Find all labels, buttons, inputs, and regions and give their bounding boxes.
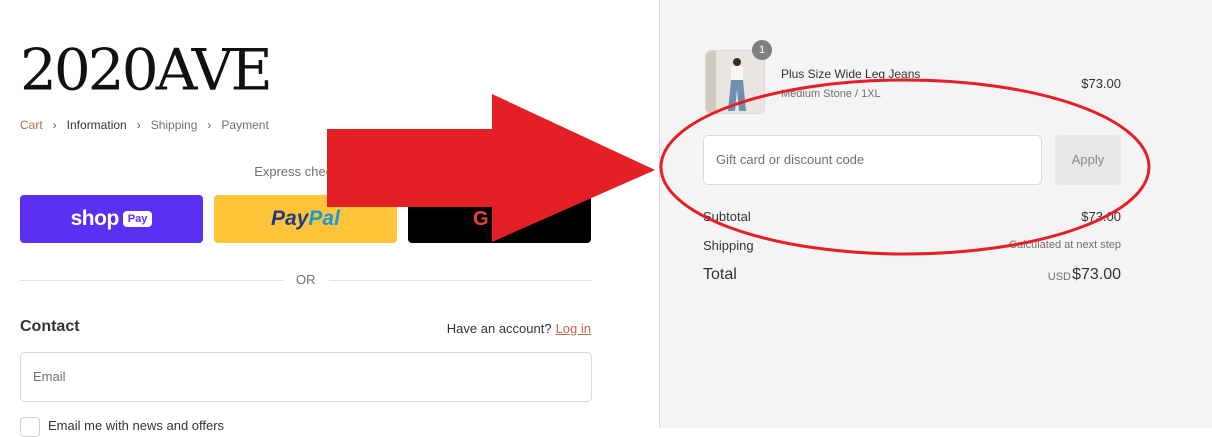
or-divider-label: OR: [296, 272, 316, 287]
account-prompt: Have an account? Log in: [447, 321, 591, 336]
breadcrumb: Cart › Information › Shipping › Payment: [20, 118, 269, 132]
divider-line-right: [329, 280, 592, 281]
chevron-right-icon: ›: [136, 118, 141, 132]
breadcrumb-cart[interactable]: Cart: [20, 118, 43, 132]
store-logo[interactable]: 2020AVE: [20, 35, 273, 106]
newsletter-label: Email me with news and offers: [48, 418, 225, 433]
google-pay-button[interactable]: G Pay: [408, 195, 591, 243]
discount-code-input[interactable]: Gift card or discount code: [703, 135, 1042, 185]
breadcrumb-information: Information: [66, 118, 127, 132]
express-checkout-heading: Express checkout: [254, 164, 357, 179]
subtotal-value: $73.00: [1081, 209, 1121, 224]
shipping-value: Calculated at next step: [1009, 239, 1121, 251]
contact-heading: Contact: [20, 318, 80, 335]
breadcrumb-shipping: Shipping: [150, 118, 198, 132]
paypal-label-part1: Pay: [271, 207, 309, 230]
checkout-main-panel: 2020AVE Cart › Information › Shipping › …: [0, 0, 659, 437]
product-thumbnail: [705, 50, 765, 114]
chevron-right-icon: ›: [52, 118, 57, 132]
subtotal-label: Subtotal: [703, 209, 751, 224]
paypal-button[interactable]: Pay Pal: [214, 195, 397, 243]
quantity-badge: 1: [752, 40, 772, 60]
product-variant: Medium Stone / 1XL: [781, 88, 881, 100]
login-link[interactable]: Log in: [556, 321, 591, 336]
chevron-right-icon: ›: [207, 118, 212, 132]
total-currency: USD: [1047, 271, 1071, 283]
divider-line-left: [20, 280, 283, 281]
newsletter-checkbox[interactable]: [20, 417, 40, 437]
total-value: $73.00: [1072, 266, 1121, 283]
email-field[interactable]: Email: [20, 352, 592, 402]
product-name: Plus Size Wide Leg Jeans: [781, 67, 921, 81]
breadcrumb-payment: Payment: [221, 118, 269, 132]
apply-discount-button[interactable]: Apply: [1055, 135, 1121, 185]
shop-pay-label: shop: [70, 207, 120, 230]
total-label: Total: [703, 266, 737, 283]
shop-pay-badge: Pay: [122, 211, 153, 227]
paypal-label-part2: Pal: [308, 207, 340, 230]
product-image: [706, 51, 764, 113]
google-pay-label: Pay: [491, 207, 527, 230]
shipping-label: Shipping: [703, 238, 754, 253]
account-prompt-text: Have an account?: [446, 321, 552, 336]
google-g-icon: G: [472, 207, 489, 230]
shop-pay-button[interactable]: shop Pay: [20, 195, 203, 243]
product-price: $73.00: [1081, 76, 1121, 91]
